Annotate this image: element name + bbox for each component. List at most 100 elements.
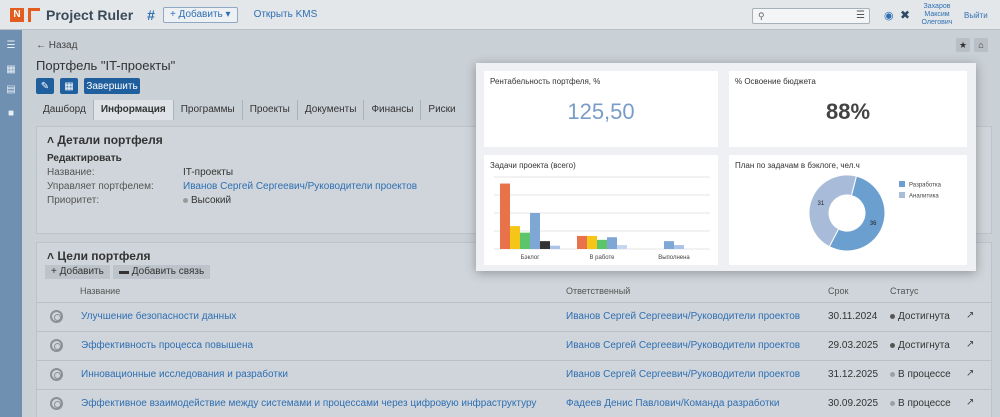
star-icon[interactable]: ★ (956, 38, 970, 52)
col-name-header[interactable]: Название (80, 286, 120, 296)
logout-link[interactable]: Выйти (964, 11, 988, 20)
open-link-icon[interactable]: ↗ (966, 368, 974, 379)
back-link[interactable]: ← Назад (36, 40, 77, 51)
status-dot (890, 371, 895, 377)
tools-icon[interactable]: ✖ (900, 8, 910, 22)
goal-name-link[interactable]: Инновационные исследования и разработки (81, 369, 288, 380)
edit-pencil-button[interactable]: ✎ (36, 78, 54, 94)
tab-information[interactable]: Информация (93, 100, 174, 120)
x-tick-label: Выполнена (658, 255, 690, 261)
kpi-profitability-card: Рентабельность портфеля, % 125,50 (484, 71, 718, 147)
goal-responsible-link[interactable]: Иванов Сергей Сергеевич/Руководители про… (566, 369, 800, 380)
status-dot (890, 400, 895, 406)
bar-2-3[interactable] (664, 241, 674, 249)
bar-0-4[interactable] (540, 241, 550, 249)
link-icon: ▬ (119, 266, 129, 277)
home-icon[interactable]: ⌂ (974, 38, 988, 52)
kpi-budget-value: 88% (825, 99, 871, 124)
goal-status: В процессе (890, 369, 951, 380)
dashboard-overlay: Рентабельность портфеля, % 125,50 % Осво… (476, 63, 976, 271)
tab-programs[interactable]: Программы (174, 100, 243, 120)
search-input[interactable]: ⚲ ☰ (752, 8, 870, 24)
eye-off-icon[interactable]: ◉ (884, 9, 894, 22)
col-resp-header[interactable]: Ответственный (566, 286, 630, 296)
col-date-header[interactable]: Срок (828, 286, 848, 296)
table-row[interactable]: Инновационные исследования и разработки И… (36, 360, 992, 388)
sidebar: ☰ ▦ ▤ ■ (0, 30, 22, 417)
open-kms-link[interactable]: Открыть KMS (254, 9, 318, 20)
bar-0-2[interactable] (520, 232, 530, 249)
pie-value-label: 36 (870, 221, 877, 227)
book-icon[interactable]: ▤ (6, 84, 16, 95)
tab-finance[interactable]: Финансы (364, 100, 422, 120)
goal-responsible-link[interactable]: Фадеев Денис Павлович/Команда разработки (566, 398, 780, 409)
open-link-icon[interactable]: ↗ (966, 339, 974, 350)
goal-date: 31.12.2025 (828, 369, 879, 380)
open-link-icon[interactable]: ↗ (966, 397, 974, 408)
table-row[interactable]: Улучшение безопасности данных Иванов Серг… (36, 302, 992, 330)
bar-1-0[interactable] (577, 235, 587, 249)
manager-link[interactable]: Иванов Сергей Сергеевич/Руководители про… (183, 181, 417, 192)
add-dropdown-button[interactable]: + Добавить ▾ (162, 6, 238, 23)
bar-0-1[interactable] (510, 226, 520, 249)
legend-label: Аналитика (909, 194, 939, 200)
goal-name-link[interactable]: Эффективность процесса повышена (81, 340, 253, 351)
details-title[interactable]: ˄ Детали портфеля (47, 133, 163, 147)
add-goal-button[interactable]: + Добавить (45, 265, 110, 279)
goal-name-link[interactable]: Эффективное взаимодействие между система… (81, 398, 536, 409)
tab-projects[interactable]: Проекты (243, 100, 298, 120)
app-logo[interactable]: N (10, 7, 24, 22)
chevron-up-icon: ˄ (47, 133, 55, 147)
menu-icon[interactable]: ☰ (6, 40, 16, 51)
goal-responsible-link[interactable]: Иванов Сергей Сергеевич/Руководители про… (566, 311, 800, 322)
legend-swatch (899, 192, 905, 198)
bar-0-0[interactable] (500, 183, 510, 249)
goal-name-link[interactable]: Улучшение безопасности данных (81, 311, 236, 322)
status-dot (890, 342, 895, 348)
user-name[interactable]: Захаров Максим Олегович (920, 3, 954, 27)
goal-status: Достигнута (890, 340, 950, 351)
x-tick-label: В работе (589, 255, 615, 261)
filter-icon[interactable]: ☰ (856, 10, 865, 21)
name-label: Название: (47, 167, 95, 178)
app-name[interactable]: Project Ruler (46, 7, 133, 23)
add-link-button[interactable]: ▬ Добавить связь (113, 265, 211, 279)
tasks-bar-chart: Бэклог В работе Выполнена (494, 176, 710, 261)
col-status-header[interactable]: Статус (890, 286, 918, 296)
hierarchy-icon: ▦ (64, 80, 74, 92)
search-icon: ⚲ (758, 11, 765, 21)
goal-date: 29.03.2025 (828, 340, 879, 351)
bar-1-2[interactable] (597, 239, 607, 249)
finish-button[interactable]: Завершить (84, 78, 140, 94)
bar-1-1[interactable] (587, 235, 597, 249)
folder-icon[interactable]: ■ (6, 108, 16, 119)
legend-swatch (899, 181, 905, 187)
hierarchy-button[interactable]: ▦ (60, 78, 78, 94)
tab-dashboard[interactable]: Дашборд (36, 100, 94, 120)
goal-status: В процессе (890, 398, 951, 409)
chevron-up-icon: ˄ (47, 249, 55, 263)
goals-title[interactable]: ˄ Цели портфеля (47, 249, 151, 263)
goal-status: Достигнута (890, 311, 950, 322)
bar-2-5[interactable] (674, 245, 684, 249)
kpi-budget-title: % Освоение бюджета (735, 77, 816, 86)
pie-value-label: 31 (818, 201, 825, 207)
open-link-icon[interactable]: ↗ (966, 310, 974, 321)
backlog-pie-card: План по задачам в бэклоге, чел.ч 36 Разра… (729, 155, 967, 265)
goal-responsible-link[interactable]: Иванов Сергей Сергеевич/Руководители про… (566, 340, 800, 351)
bar-1-3[interactable] (607, 237, 617, 249)
grid-icon[interactable]: ▦ (6, 64, 16, 75)
bar-1-6[interactable] (617, 245, 627, 249)
edit-link[interactable]: Редактировать (47, 153, 122, 164)
target-icon (50, 310, 63, 323)
status-dot (890, 313, 895, 319)
target-icon (50, 397, 63, 410)
tab-risks[interactable]: Риски (421, 100, 462, 120)
table-row[interactable]: Эффективное взаимодействие между система… (36, 389, 992, 417)
pencil-icon: ✎ (40, 80, 50, 92)
tab-documents[interactable]: Документы (298, 100, 365, 120)
hash-icon[interactable]: # (147, 7, 155, 23)
bar-0-3[interactable] (530, 213, 540, 249)
table-row[interactable]: Эффективность процесса повышена Иванов Се… (36, 331, 992, 359)
bar-0-5[interactable] (550, 245, 560, 249)
